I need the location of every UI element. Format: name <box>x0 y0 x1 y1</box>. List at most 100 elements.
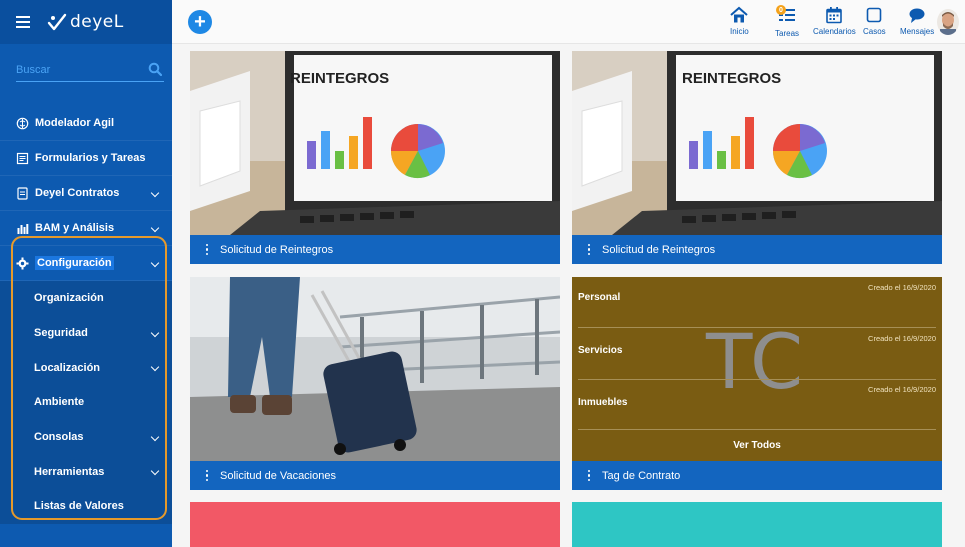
topbar-mensajes-label: Mensajes <box>900 27 935 36</box>
sidebar-item-configuracion[interactable]: Configuración <box>0 246 172 281</box>
form-icon <box>16 152 29 164</box>
avatar[interactable] <box>937 9 959 35</box>
card-partial-teal[interactable] <box>572 502 942 547</box>
chevron-down-icon[interactable] <box>150 467 160 476</box>
topbar-casos-label: Casos <box>863 27 886 36</box>
chevron-down-icon[interactable] <box>150 258 160 268</box>
tag-row-label: Personal <box>578 292 621 303</box>
sidebar-item-label: Configuración <box>35 256 114 270</box>
card-footer: Tag de Contrato <box>572 461 942 490</box>
sidebar-nav: Modelador Agil Formularios y Tareas Deye… <box>0 106 172 281</box>
tc-watermark: TC <box>706 317 806 406</box>
card-image: REINTEGROS <box>190 51 560 235</box>
kebab-menu-icon[interactable] <box>581 235 597 264</box>
kebab-menu-icon[interactable] <box>581 461 597 490</box>
card-footer: Solicitud de Vacaciones <box>190 461 560 490</box>
card-title: Solicitud de Reintegros <box>220 243 334 256</box>
view-all-link[interactable]: Ver Todos <box>572 440 942 451</box>
sidebar-subitem-localizacion[interactable]: Localización <box>0 350 172 386</box>
card-solicitud-vacaciones[interactable]: Solicitud de Vacaciones <box>190 277 560 490</box>
calendar-icon <box>826 7 843 24</box>
card-title: Solicitud de Reintegros <box>602 243 716 256</box>
sidebar-subitem-label: Organización <box>34 292 104 305</box>
tag-row-date: Creado el 16/9/2020 <box>868 283 936 292</box>
chevron-down-icon[interactable] <box>150 223 160 233</box>
kebab-menu-icon[interactable] <box>199 461 215 490</box>
message-icon <box>909 8 925 23</box>
document-icon <box>17 186 28 200</box>
sidebar-subitem-listas-de-valores[interactable]: Listas de Valores <box>0 489 172 524</box>
search-input[interactable] <box>16 60 141 76</box>
sidebar-subitem-label: Consolas <box>34 431 84 444</box>
sidebar-subitem-herramientas[interactable]: Herramientas <box>0 454 172 490</box>
topbar-tareas-button[interactable]: 0 Tareas <box>775 5 800 38</box>
card-partial-red[interactable] <box>190 502 560 547</box>
tag-row-date: Creado el 16/9/2020 <box>868 385 936 394</box>
card-image-text: REINTEGROS <box>290 70 389 87</box>
sidebar-subitem-label: Localización <box>34 361 101 374</box>
sidebar-item-label: Deyel Contratos <box>35 187 120 199</box>
tasks-badge: 0 <box>776 5 786 15</box>
kebab-menu-icon[interactable] <box>199 235 215 264</box>
tag-row-servicios[interactable]: Servicios <box>578 345 936 356</box>
sidebar-item-modelador-agil[interactable]: Modelador Agil <box>0 106 172 141</box>
laptop-chart-image: REINTEGROS <box>190 51 560 235</box>
topbar-casos-button[interactable]: Casos <box>863 6 886 36</box>
sidebar-header: deyeL <box>0 0 172 44</box>
topbar-inicio-button[interactable]: Inicio <box>730 6 749 36</box>
sidebar-subitem-label: Ambiente <box>34 396 85 409</box>
laptop-chart-image: REINTEGROS <box>572 51 942 235</box>
sidebar-item-bam-y-analisis[interactable]: BAM y Análisis <box>0 211 172 246</box>
sidebar-subitem-label: Herramientas <box>34 465 105 478</box>
chevron-down-icon[interactable] <box>150 328 160 337</box>
topbar-calendarios-label: Calendarios <box>813 27 856 36</box>
card-footer: Solicitud de Reintegros <box>190 235 560 264</box>
card-footer: Solicitud de Reintegros <box>572 235 942 264</box>
home-icon <box>730 6 749 23</box>
card-title: Tag de Contrato <box>602 469 681 482</box>
sidebar-subitem-ambiente[interactable]: Ambiente <box>0 385 172 420</box>
logo: deyeL <box>46 12 124 32</box>
topbar-calendarios-button[interactable]: Calendarios <box>813 6 856 36</box>
chart-icon <box>17 223 29 234</box>
topbar-tareas-label: Tareas <box>775 29 800 38</box>
case-icon <box>867 7 882 23</box>
sidebar-item-label: Modelador Agil <box>35 117 115 129</box>
card-solicitud-reintegros-1[interactable]: REINTEGROS Solicitud de Reintegros <box>190 51 560 264</box>
search-box <box>16 60 164 82</box>
topbar-inicio-label: Inicio <box>730 27 749 36</box>
sidebar-item-label: BAM y Análisis <box>35 222 115 234</box>
chevron-down-icon[interactable] <box>150 188 160 198</box>
user-avatar-icon <box>937 9 959 35</box>
deyel-logo-icon <box>47 13 67 31</box>
card-image: REINTEGROS <box>572 51 942 235</box>
sidebar-subitem-organizacion[interactable]: Organización <box>0 281 172 316</box>
hamburger-menu-icon[interactable] <box>16 16 30 28</box>
divider <box>578 327 936 328</box>
tag-row-label: Servicios <box>578 345 623 356</box>
config-submenu: Organización Seguridad Localización Ambi… <box>0 281 172 524</box>
chevron-down-icon[interactable] <box>150 432 160 441</box>
traveler-suitcase-image <box>190 277 560 461</box>
sidebar-subitem-seguridad[interactable]: Seguridad <box>0 315 172 351</box>
tag-row-inmuebles[interactable]: Inmuebles <box>578 397 936 408</box>
card-solicitud-reintegros-2[interactable]: REINTEGROS Solicitud de Reintegros <box>572 51 942 264</box>
sidebar-item-deyel-contratos[interactable]: Deyel Contratos <box>0 176 172 211</box>
sidebar-item-label: Formularios y Tareas <box>35 152 146 164</box>
divider <box>578 379 936 380</box>
add-button[interactable]: + <box>188 10 212 34</box>
card-tag-de-contrato[interactable]: TC Creado el 16/9/2020 Personal Creado e… <box>572 277 942 490</box>
sidebar-item-formularios-y-tareas[interactable]: Formularios y Tareas <box>0 141 172 176</box>
sidebar-subitem-label: Seguridad <box>34 327 88 340</box>
tag-row-personal[interactable]: Personal <box>578 292 936 303</box>
logo-text: deyeL <box>70 12 124 32</box>
sidebar-subitem-consolas[interactable]: Consolas <box>0 419 172 455</box>
main-content: REINTEGROS Solicitud de Reintegros REINT… <box>172 44 965 547</box>
chevron-down-icon[interactable] <box>150 363 160 372</box>
topbar-mensajes-button[interactable]: Mensajes <box>900 6 934 36</box>
tag-contract-panel: TC Creado el 16/9/2020 Personal Creado e… <box>572 277 942 461</box>
search-icon[interactable] <box>148 62 162 76</box>
gear-icon <box>16 257 29 269</box>
card-image <box>190 277 560 461</box>
tag-row-date: Creado el 16/9/2020 <box>868 334 936 343</box>
